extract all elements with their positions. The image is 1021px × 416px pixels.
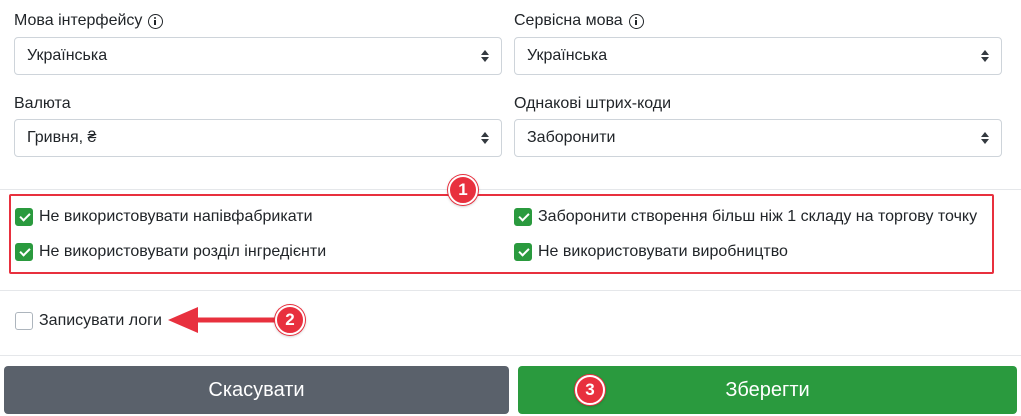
annotation-badge-2: 2 [275, 305, 305, 335]
divider [0, 355, 1021, 356]
annotation-arrow-2 [168, 307, 706, 403]
annotation-badge-3: 3 [575, 375, 605, 405]
cancel-button[interactable]: Скасувати [4, 366, 509, 414]
